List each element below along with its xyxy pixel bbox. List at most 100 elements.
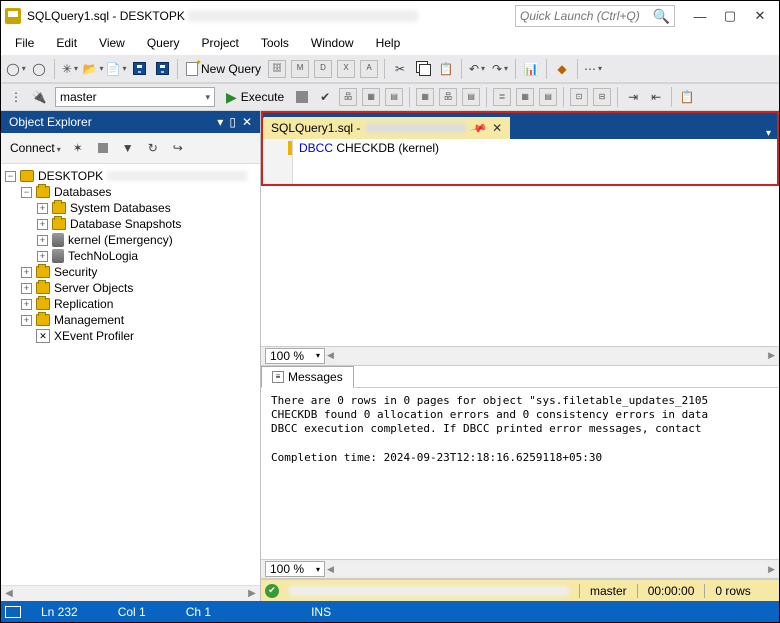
specify-values-button[interactable]: 📋 — [676, 86, 698, 108]
expand-icon[interactable]: + — [37, 219, 48, 230]
messages-zoom-select[interactable]: 100 % — [265, 561, 325, 577]
close-button[interactable]: ✕ — [745, 5, 775, 27]
new-project-button[interactable]: ✳ — [59, 58, 81, 80]
nav-back-button[interactable]: ◯ — [5, 58, 27, 80]
tree-db-item[interactable]: +TechNoLogia — [3, 248, 258, 264]
messages-output[interactable]: There are 0 rows in 0 pages for object "… — [261, 388, 779, 560]
parse-button[interactable]: ✔ — [314, 86, 336, 108]
expand-icon[interactable]: + — [21, 283, 32, 294]
expand-icon[interactable]: + — [21, 299, 32, 310]
more-toolbar-button[interactable]: ⋯ — [582, 58, 604, 80]
connect-button[interactable]: Connect — [7, 140, 64, 156]
display-plan-button[interactable]: 品 — [337, 86, 359, 108]
tree-root-item[interactable]: +Server Objects — [3, 280, 258, 296]
expand-icon[interactable]: + — [37, 203, 48, 214]
explorer-hscroll[interactable]: ◀ ▶ — [1, 585, 260, 601]
intellisense-button[interactable]: ▤ — [460, 86, 482, 108]
dmx-query-button[interactable]: D — [312, 58, 334, 80]
expand-icon[interactable]: + — [37, 235, 48, 246]
outdent-button[interactable]: ⇤ — [645, 86, 667, 108]
hscroll-right-icon[interactable]: ▶ — [768, 564, 775, 575]
save-all-button[interactable] — [151, 58, 173, 80]
activity-monitor-button[interactable]: 📊 — [520, 58, 542, 80]
collapse-icon[interactable]: − — [5, 171, 16, 182]
database-combo[interactable]: master — [55, 87, 215, 107]
include-plan-button[interactable]: ▦ — [360, 86, 382, 108]
forward-button[interactable]: ↪ — [167, 137, 189, 159]
tree-server-node[interactable]: −DESKTOPK — [3, 168, 258, 184]
quick-launch[interactable]: 🔍 — [515, 5, 675, 27]
new-query-button[interactable]: New Query — [182, 62, 265, 76]
db-engine-query-button[interactable]: 🗄 — [266, 58, 288, 80]
quick-launch-input[interactable] — [520, 9, 649, 23]
result-grid-button[interactable]: ▦ — [514, 86, 536, 108]
editor-whitespace[interactable] — [261, 186, 779, 346]
scroll-left-icon[interactable]: ◀ — [1, 586, 17, 601]
uncomment-button[interactable]: ⊟ — [591, 86, 613, 108]
expand-icon[interactable]: + — [37, 251, 48, 262]
hscroll-left-icon[interactable]: ◀ — [327, 350, 334, 361]
copy-button[interactable] — [412, 58, 434, 80]
menu-window[interactable]: Window — [301, 34, 364, 52]
save-button[interactable] — [128, 58, 150, 80]
expand-icon[interactable]: + — [21, 267, 32, 278]
xmla-query-button[interactable]: X — [335, 58, 357, 80]
menu-edit[interactable]: Edit — [46, 34, 87, 52]
minimize-button[interactable]: — — [685, 5, 715, 27]
menu-view[interactable]: View — [89, 34, 135, 52]
collapse-icon[interactable]: − — [21, 187, 32, 198]
messages-tab[interactable]: ≡ Messages — [261, 366, 354, 388]
tree-db-item[interactable]: +Database Snapshots — [3, 216, 258, 232]
zoom-select[interactable]: 100 % — [265, 348, 325, 364]
result-text-button[interactable]: ≣ — [491, 86, 513, 108]
panel-close-icon[interactable]: ✕ — [242, 115, 252, 129]
tree-databases-node[interactable]: −Databases — [3, 184, 258, 200]
result-file-button[interactable]: ▤ — [537, 86, 559, 108]
tree-root-item[interactable]: +Replication — [3, 296, 258, 312]
pin-icon[interactable]: 📌 — [470, 119, 488, 137]
filter-button[interactable]: ▼ — [117, 137, 139, 159]
tree-root-item[interactable]: +Management — [3, 312, 258, 328]
panel-pin-icon[interactable]: ▯ — [229, 115, 236, 129]
open-file-button[interactable]: 📂 — [82, 58, 104, 80]
redo-button[interactable]: ↷ — [489, 58, 511, 80]
tree-db-item[interactable]: +System Databases — [3, 200, 258, 216]
sqlcmd-button[interactable]: 品 — [437, 86, 459, 108]
refresh-button[interactable]: ↻ — [142, 137, 164, 159]
mdx-query-button[interactable]: M — [289, 58, 311, 80]
editor-hscroll[interactable] — [336, 350, 766, 362]
cancel-query-button[interactable] — [291, 86, 313, 108]
comment-button[interactable]: ⊡ — [568, 86, 590, 108]
change-connection-button[interactable]: 🔌 — [28, 86, 50, 108]
indent-button[interactable]: ⇥ — [622, 86, 644, 108]
hscroll-right-icon[interactable]: ▶ — [768, 350, 775, 361]
file-tab[interactable]: SQLQuery1.sql - 📌 ✕ — [263, 117, 510, 139]
expand-icon[interactable]: + — [21, 315, 32, 326]
tree-root-item[interactable]: +Security — [3, 264, 258, 280]
scroll-track[interactable] — [17, 586, 244, 601]
menu-project[interactable]: Project — [192, 34, 249, 52]
menu-file[interactable]: File — [5, 34, 44, 52]
paste-button[interactable]: 📋 — [435, 58, 457, 80]
maximize-button[interactable]: ▢ — [715, 5, 745, 27]
menu-query[interactable]: Query — [137, 34, 190, 52]
new-file-button[interactable]: 📄 — [105, 58, 127, 80]
menu-tools[interactable]: Tools — [251, 34, 299, 52]
object-explorer-tree[interactable]: −DESKTOPK −Databases +System Databases +… — [1, 164, 260, 585]
code-text[interactable]: DBCC CHECKDB (kernel) — [293, 139, 445, 184]
tree-db-item[interactable]: +kernel (Emergency) — [3, 232, 258, 248]
panel-menu-icon[interactable]: ▾ — [217, 115, 223, 129]
tree-root-item[interactable]: ✕XEvent Profiler — [3, 328, 258, 344]
execute-button[interactable]: ▶ Execute — [220, 89, 290, 106]
menu-help[interactable]: Help — [366, 34, 411, 52]
tabrow-menu-icon[interactable]: ▾ — [760, 128, 777, 139]
live-stats-button[interactable]: ▤ — [383, 86, 405, 108]
disconnect-button[interactable]: ✶ — [67, 137, 89, 159]
undo-button[interactable]: ↶ — [466, 58, 488, 80]
stop-button[interactable] — [92, 137, 114, 159]
close-tab-icon[interactable]: ✕ — [492, 121, 502, 135]
scroll-right-icon[interactable]: ▶ — [244, 586, 260, 601]
as-query-button[interactable]: A — [358, 58, 380, 80]
code-editor[interactable]: DBCC CHECKDB (kernel) — [263, 139, 777, 184]
nav-fwd-button[interactable]: ◯ — [28, 58, 50, 80]
